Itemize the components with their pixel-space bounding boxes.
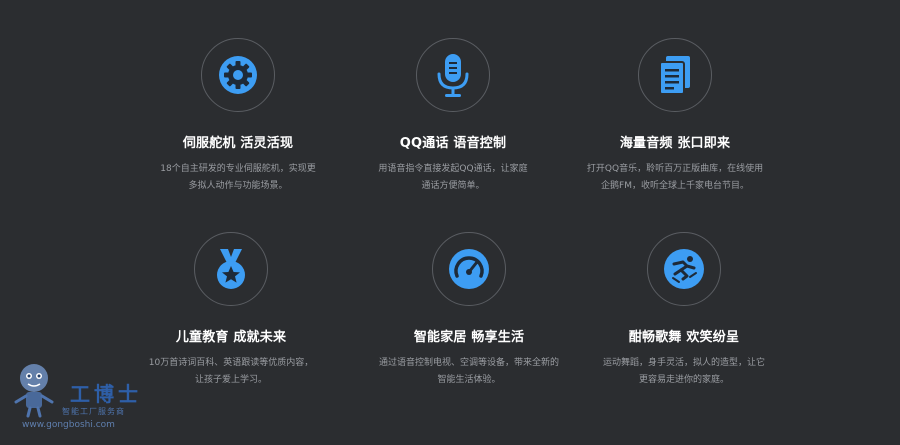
watermark: 工博士 智能工厂服务商 www.gongboshi.com bbox=[8, 360, 148, 440]
feature-title: 伺服舵机 活灵活现 bbox=[182, 136, 294, 151]
watermark-url: www.gongboshi.com bbox=[22, 420, 115, 430]
microphone-icon bbox=[437, 54, 469, 97]
features-page: 伺服舵机 活灵活现 18个自主研发的专业伺服舵机，实现更 多拟人动作与功能场景。… bbox=[0, 0, 900, 445]
mascot-icon bbox=[14, 364, 54, 418]
feature-title: 酣畅歌舞 欢笑纷呈 bbox=[628, 330, 740, 345]
feature-education: 儿童教育 成就未来 10万首诗词百科、英语跟读等优质内容， 让孩子爱上学习。 bbox=[121, 232, 341, 389]
watermark-slogan: 智能工厂服务商 bbox=[62, 407, 125, 416]
feature-title: 儿童教育 成就未来 bbox=[175, 330, 287, 345]
dancer-icon bbox=[664, 249, 704, 289]
feature-title: QQ通话 语音控制 bbox=[399, 136, 507, 151]
feature-qq-call: QQ通话 语音控制 用语音指令直接发起QQ通话，让家庭 通话方便简单。 bbox=[343, 38, 563, 195]
feature-description: 用语音指令直接发起QQ通话，让家庭 通话方便简单。 bbox=[378, 164, 528, 191]
feature-smart-home: 智能家居 畅享生活 通过语音控制电视、空调等设备，带来全新的 智能生活体验。 bbox=[359, 232, 579, 389]
feature-title: 智能家居 畅享生活 bbox=[413, 330, 525, 345]
feature-icon-ring bbox=[647, 232, 721, 306]
feature-icon-ring bbox=[638, 38, 712, 112]
medal-icon bbox=[217, 249, 245, 289]
feature-icon-ring bbox=[416, 38, 490, 112]
feature-icon-ring bbox=[194, 232, 268, 306]
gauge-icon bbox=[449, 249, 489, 289]
feature-description: 通过语音控制电视、空调等设备，带来全新的 智能生活体验。 bbox=[378, 358, 559, 385]
feature-description: 10万首诗词百科、英语跟读等优质内容， 让孩子爱上学习。 bbox=[148, 358, 314, 385]
document-icon bbox=[659, 56, 690, 95]
feature-dance: 酣畅歌舞 欢笑纷呈 运动舞蹈，身手灵活，拟人的造型，让它 更容易走进你的家庭。 bbox=[574, 232, 794, 389]
feature-description: 运动舞蹈，身手灵活，拟人的造型，让它 更容易走进你的家庭。 bbox=[602, 358, 765, 385]
feature-icon-ring bbox=[201, 38, 275, 112]
feature-icon-ring bbox=[432, 232, 506, 306]
watermark-brand: 工博士 bbox=[70, 382, 142, 406]
gear-icon bbox=[219, 56, 257, 94]
feature-title: 海量音频 张口即来 bbox=[619, 136, 731, 151]
feature-description: 打开QQ音乐，聆听百万正版曲库，在线使用 企鹅FM，收听全球上千家电台节目。 bbox=[586, 164, 764, 191]
feature-servo: 伺服舵机 活灵活现 18个自主研发的专业伺服舵机，实现更 多拟人动作与功能场景。 bbox=[128, 38, 348, 195]
feature-audio: 海量音频 张口即来 打开QQ音乐，聆听百万正版曲库，在线使用 企鹅FM，收听全球… bbox=[565, 38, 785, 195]
feature-description: 18个自主研发的专业伺服舵机，实现更 多拟人动作与功能场景。 bbox=[160, 164, 316, 191]
